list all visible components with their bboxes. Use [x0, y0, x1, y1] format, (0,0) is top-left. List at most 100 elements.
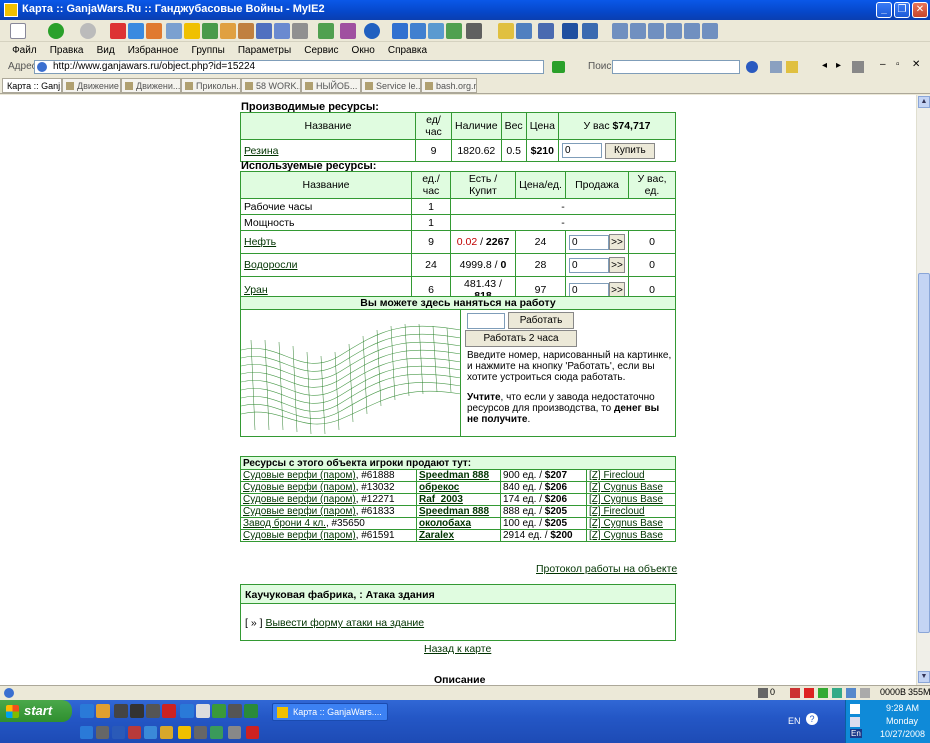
- buy-button[interactable]: Купить: [604, 142, 655, 159]
- encoding-icon[interactable]: [340, 23, 356, 39]
- taskbar-window-item[interactable]: Карта :: GanjaWars....: [272, 703, 388, 721]
- player-link[interactable]: обрекос: [419, 482, 459, 493]
- history-icon[interactable]: [202, 23, 218, 39]
- car-icon[interactable]: [466, 23, 482, 39]
- captcha-input[interactable]: [467, 312, 505, 329]
- sell-button[interactable]: >>: [609, 257, 625, 273]
- clan-link[interactable]: [Z] Cygnus Base: [589, 530, 663, 541]
- tab-0[interactable]: Карта :: Ganj...: [2, 78, 62, 93]
- work-2h-button[interactable]: Работать 2 часа: [465, 330, 577, 347]
- app7-quicklaunch-icon[interactable]: [212, 704, 226, 718]
- tab-close-icon[interactable]: ✕: [912, 59, 920, 70]
- tab-minimize-icon[interactable]: –: [880, 59, 886, 70]
- resource-link[interactable]: Резина: [244, 145, 278, 157]
- highlight-icon[interactable]: [786, 61, 798, 73]
- work-button[interactable]: Работать: [508, 312, 575, 329]
- clan-link[interactable]: [Z] Firecloud: [589, 470, 645, 481]
- resource-link-oil[interactable]: Нефть: [244, 236, 276, 248]
- app6-quicklaunch-icon[interactable]: [196, 704, 210, 718]
- help-icon[interactable]: ?: [806, 713, 818, 725]
- close-button[interactable]: ✕: [912, 2, 928, 18]
- player-link[interactable]: околобаха: [419, 518, 471, 529]
- tab-5[interactable]: НЫЙОБ...: [301, 78, 361, 93]
- tab-3[interactable]: Прикольн...: [181, 78, 241, 93]
- tile-icon[interactable]: [428, 23, 444, 39]
- network-icon[interactable]: [850, 704, 860, 714]
- menu-file[interactable]: Файл: [7, 43, 42, 56]
- menu-edit[interactable]: Правка: [45, 43, 89, 56]
- scroll-thumb[interactable]: [918, 273, 930, 633]
- video-toggle-icon[interactable]: [846, 688, 856, 698]
- page3-icon[interactable]: [684, 23, 700, 39]
- attack-form-link[interactable]: Вывести форму атаки на здание: [265, 617, 424, 629]
- player-link[interactable]: Zaralex: [419, 530, 454, 541]
- panel-icon[interactable]: [410, 23, 426, 39]
- minimize-button[interactable]: _: [876, 2, 892, 18]
- back-to-map-link[interactable]: Назад к карте: [424, 643, 491, 655]
- volume-icon[interactable]: [850, 717, 860, 727]
- tab-4[interactable]: 58 WORK...: [241, 78, 301, 93]
- menu-view[interactable]: Вид: [92, 43, 120, 56]
- excel-quicklaunch-icon[interactable]: [244, 704, 258, 718]
- resource-link-algae[interactable]: Водоросли: [244, 259, 298, 271]
- place-link[interactable]: Судовые верфи (паром): [243, 482, 356, 493]
- go-icon[interactable]: [552, 61, 565, 73]
- collect-icon[interactable]: [498, 23, 514, 39]
- buy-quantity-input[interactable]: [561, 143, 602, 158]
- favorites-icon[interactable]: [184, 23, 200, 39]
- trash-icon[interactable]: [758, 688, 768, 698]
- app15-quicklaunch-icon[interactable]: [228, 726, 241, 739]
- clan-link[interactable]: [Z] Cygnus Base: [589, 482, 663, 493]
- layout-icon[interactable]: [256, 23, 272, 39]
- refresh-icon[interactable]: [128, 23, 144, 39]
- stop-icon[interactable]: [110, 23, 126, 39]
- search-engine-icon[interactable]: [746, 61, 758, 73]
- menu-help[interactable]: Справка: [383, 43, 432, 56]
- maximize-button[interactable]: ❐: [894, 2, 910, 18]
- tab-6[interactable]: Service le...: [361, 78, 421, 93]
- place-link[interactable]: Судовые верфи (паром): [243, 530, 356, 541]
- clock-time[interactable]: 9:28 AM: [886, 703, 919, 713]
- ie2-quicklaunch-icon[interactable]: [80, 726, 93, 739]
- place-link[interactable]: Судовые верфи (паром): [243, 470, 356, 481]
- home-icon[interactable]: [146, 23, 162, 39]
- place-link[interactable]: Судовые верфи (паром): [243, 494, 356, 505]
- paste-icon[interactable]: [630, 23, 646, 39]
- firefox-quicklaunch-icon[interactable]: [96, 704, 110, 718]
- window-title-bar[interactable]: Карта :: GanjaWars.Ru :: Ганджубасовые В…: [0, 0, 930, 20]
- image-toggle-icon[interactable]: [818, 688, 828, 698]
- search-input[interactable]: [612, 60, 740, 74]
- scroll-down-icon[interactable]: ▼: [918, 671, 930, 683]
- new-page-icon[interactable]: [10, 23, 26, 39]
- app11-quicklaunch-icon[interactable]: [144, 726, 157, 739]
- app2-quicklaunch-icon[interactable]: [130, 704, 144, 718]
- page4-icon[interactable]: [702, 23, 718, 39]
- search-icon[interactable]: [166, 23, 182, 39]
- window-icon[interactable]: [392, 23, 408, 39]
- search-options-icon[interactable]: [770, 61, 782, 73]
- resource-link-uranium[interactable]: Уран: [244, 284, 268, 296]
- save-icon[interactable]: [562, 23, 578, 39]
- tab-list-icon[interactable]: [852, 61, 864, 73]
- vertical-scrollbar[interactable]: ▲ ▼: [916, 95, 930, 685]
- address-input[interactable]: http://www.ganjawars.ru/object.php?id=15…: [34, 60, 544, 74]
- print-icon[interactable]: [274, 23, 290, 39]
- star-quicklaunch-icon[interactable]: [178, 726, 191, 739]
- menu-groups[interactable]: Группы: [186, 43, 229, 56]
- app14-quicklaunch-icon[interactable]: [210, 726, 223, 739]
- player-link[interactable]: Raf_2003: [419, 494, 463, 505]
- user-icon[interactable]: [238, 23, 254, 39]
- menu-favorites[interactable]: Избранное: [123, 43, 184, 56]
- globe-icon[interactable]: [364, 23, 380, 39]
- word-quicklaunch-icon[interactable]: [112, 726, 125, 739]
- copy-icon[interactable]: [612, 23, 628, 39]
- clan-link[interactable]: [Z] Cygnus Base: [589, 518, 663, 529]
- menu-options[interactable]: Параметры: [233, 43, 296, 56]
- app12-quicklaunch-icon[interactable]: [160, 726, 173, 739]
- sell-quantity-input[interactable]: [569, 234, 609, 250]
- back-icon[interactable]: [48, 23, 64, 39]
- tab-restore-icon[interactable]: ▫: [896, 59, 900, 70]
- page-icon[interactable]: [648, 23, 664, 39]
- proxy-icon[interactable]: [516, 23, 532, 39]
- tab-1[interactable]: Движение '...: [62, 78, 121, 93]
